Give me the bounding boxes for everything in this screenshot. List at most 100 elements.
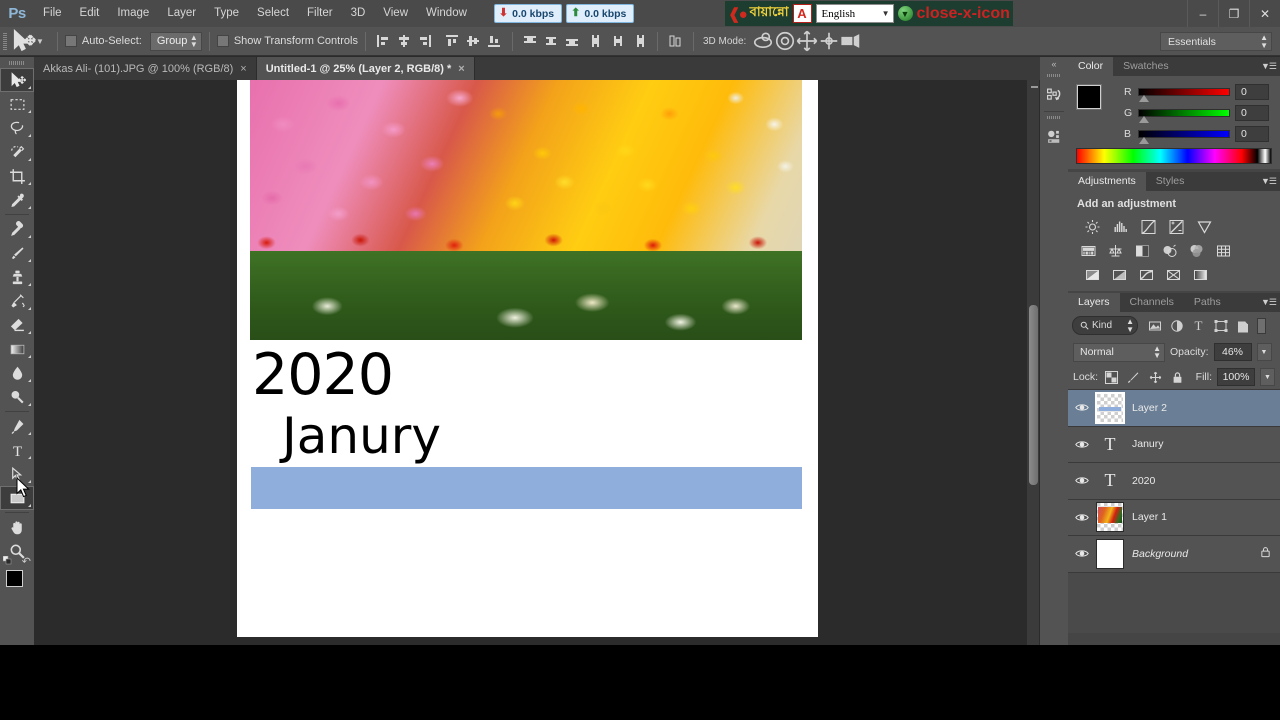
crop-tool[interactable] (0, 164, 34, 188)
layer-thumbnail[interactable] (1095, 391, 1125, 424)
rectangle-tool[interactable] (0, 486, 34, 510)
workspace-switcher[interactable]: Essentials ▲ ▼ (1160, 32, 1272, 51)
invert-icon[interactable] (1082, 266, 1103, 284)
filter-shape-icon[interactable] (1210, 316, 1231, 335)
tab-adjustments[interactable]: Adjustments (1068, 172, 1146, 191)
tools-panel-grip[interactable] (0, 57, 34, 68)
tab-paths[interactable]: Paths (1183, 293, 1231, 312)
distribute-horizontal-centers-icon[interactable] (608, 31, 629, 51)
canvas-month-text[interactable]: Janury (282, 411, 441, 461)
layer-thumbnail[interactable] (1096, 538, 1124, 569)
fill-value[interactable]: 100% (1217, 368, 1255, 386)
gradient-tool[interactable] (0, 337, 34, 361)
distribute-left-edges-icon[interactable] (587, 31, 608, 51)
lasso-tool[interactable] (0, 116, 34, 140)
channel-mixer-icon[interactable] (1186, 242, 1207, 260)
hand-tool[interactable] (0, 515, 34, 539)
channel-value-g[interactable]: 0 (1235, 105, 1269, 121)
distribute-vertical-centers-icon[interactable] (541, 31, 562, 51)
filter-type-icon[interactable]: T (1188, 316, 1209, 335)
canvas-area[interactable]: 2020 Janury (34, 80, 1040, 645)
foreground-color-swatch[interactable] (6, 570, 23, 587)
distribute-top-edges-icon[interactable] (520, 31, 541, 51)
close-button[interactable]: ✕ (1249, 0, 1280, 27)
options-bar-grip[interactable] (0, 27, 10, 56)
blur-tool[interactable] (0, 361, 34, 385)
tab-swatches[interactable]: Swatches (1113, 57, 1179, 76)
channel-slider-r[interactable] (1138, 88, 1230, 102)
photo-filter-icon[interactable] (1159, 242, 1180, 260)
layer-name[interactable]: Layer 1 (1132, 511, 1280, 523)
move-tool[interactable] (0, 68, 34, 92)
history-brush-tool[interactable] (0, 289, 34, 313)
tab-styles[interactable]: Styles (1145, 172, 1195, 191)
panel-menu-icon[interactable]: ▼☰ (1261, 176, 1277, 187)
default-colors-icon[interactable] (3, 556, 12, 565)
restore-button[interactable]: ❐ (1218, 0, 1249, 27)
canvas-blue-bar[interactable] (251, 467, 802, 509)
spot-healing-brush-tool[interactable] (0, 217, 34, 241)
canvas-year-text[interactable]: 2020 (252, 347, 394, 404)
black-white-icon[interactable] (1132, 242, 1153, 260)
history-panel-icon[interactable] (1040, 80, 1068, 110)
slider-handle-b[interactable] (1139, 137, 1149, 144)
tab-layers[interactable]: Layers (1068, 293, 1120, 312)
layer-thumbnail-type-icon[interactable]: T (1096, 466, 1124, 496)
canvas-vertical-scrollbar[interactable] (1027, 80, 1039, 645)
layer-name[interactable]: Background (1132, 548, 1260, 560)
table-row[interactable]: Layer 1 (1068, 499, 1280, 536)
tab-close-icon[interactable]: × (240, 63, 246, 75)
channel-value-r[interactable]: 0 (1235, 84, 1269, 100)
vibrance-icon[interactable] (1194, 218, 1215, 236)
panel-menu-icon[interactable]: ▼☰ (1261, 297, 1277, 308)
menu-edit[interactable]: Edit (71, 0, 109, 27)
slider-handle-g[interactable] (1139, 116, 1149, 123)
pan-3d-icon[interactable] (796, 30, 818, 52)
document-tab-akkas-ali[interactable]: Akkas Ali- (101).JPG @ 100% (RGB/8) × (34, 57, 257, 80)
table-row[interactable]: T Janury (1068, 426, 1280, 463)
color-spectrum-ramp[interactable] (1076, 148, 1272, 164)
mini-dock-grip-1[interactable] (1040, 71, 1068, 80)
eraser-tool[interactable] (0, 313, 34, 337)
blend-mode-dropdown[interactable]: Normal ▲ ▼ (1073, 342, 1165, 362)
document-tab-untitled-1[interactable]: Untitled-1 @ 25% (Layer 2, RGB/8) * × (256, 57, 475, 80)
layer-thumbnail-type-icon[interactable]: T (1096, 429, 1124, 459)
layer-filter-kind-dropdown[interactable]: Kind ▲ ▼ (1072, 316, 1138, 335)
hue-saturation-icon[interactable] (1078, 242, 1099, 260)
auto-select-checkbox[interactable] (64, 35, 77, 47)
threshold-icon[interactable] (1136, 266, 1157, 284)
layer-visibility-toggle[interactable] (1068, 390, 1096, 426)
mini-bridge-panel-icon[interactable] (1040, 122, 1068, 152)
fill-slider-chevron-icon[interactable]: ▼ (1260, 368, 1275, 386)
filter-adjustment-icon[interactable] (1166, 316, 1187, 335)
rectangular-marquee-tool[interactable] (0, 92, 34, 116)
tab-close-icon[interactable]: × (458, 63, 464, 75)
filter-smart-object-icon[interactable] (1232, 316, 1253, 335)
slider-handle-r[interactable] (1139, 95, 1149, 102)
layer-filter-enable-toggle[interactable] (1257, 317, 1266, 334)
channel-slider-b[interactable] (1138, 130, 1230, 144)
opacity-slider-chevron-icon[interactable]: ▼ (1256, 343, 1272, 361)
align-bottom-edges-icon[interactable] (484, 31, 505, 51)
layer-name[interactable]: Janury (1132, 438, 1280, 450)
roll-3d-icon[interactable] (774, 31, 796, 51)
layer-name[interactable]: 2020 (1132, 475, 1280, 487)
orbit-3d-icon[interactable] (752, 31, 774, 51)
gradient-map-icon[interactable] (1190, 266, 1211, 284)
brush-tool[interactable] (0, 241, 34, 265)
align-top-edges-icon[interactable] (442, 31, 463, 51)
tab-channels[interactable]: Channels (1119, 293, 1184, 312)
color-panel-foreground-swatch[interactable] (1076, 84, 1102, 110)
tool-preset-chevron-icon[interactable]: ▼ (36, 37, 44, 46)
distribute-bottom-edges-icon[interactable] (562, 31, 583, 51)
document-canvas[interactable]: 2020 Janury (237, 80, 818, 637)
dodge-tool[interactable] (0, 385, 34, 409)
path-selection-tool[interactable] (0, 462, 34, 486)
menu-filter[interactable]: Filter (298, 0, 342, 27)
distribute-right-edges-icon[interactable] (629, 31, 650, 51)
collapse-panels-icon[interactable]: « (1040, 57, 1068, 71)
clone-stamp-tool[interactable] (0, 265, 34, 289)
layer-name[interactable]: Layer 2 (1132, 402, 1280, 414)
auto-align-layers-icon[interactable] (665, 31, 686, 51)
align-left-edges-icon[interactable] (373, 31, 394, 51)
